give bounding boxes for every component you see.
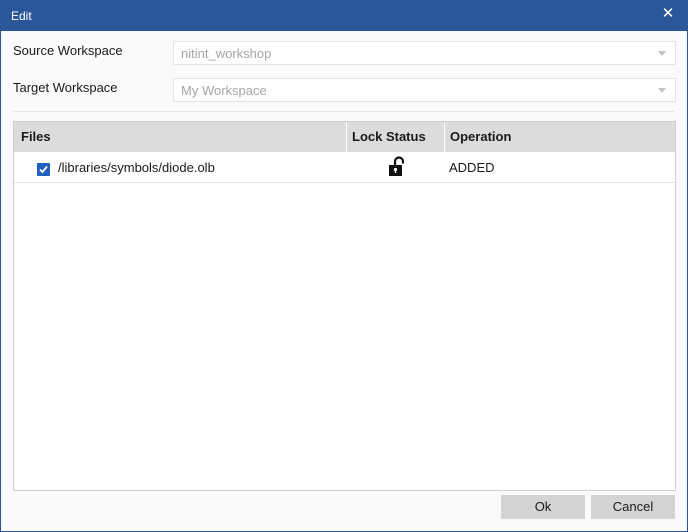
- close-icon[interactable]: ✕: [659, 5, 677, 23]
- column-header-lock-status[interactable]: Lock Status: [352, 122, 426, 152]
- unlocked-padlock-icon: [387, 156, 407, 178]
- title-bar: Edit ✕: [1, 1, 687, 31]
- edit-dialog: Edit ✕ Source Workspace nitint_workshop …: [0, 0, 688, 532]
- dialog-title: Edit: [11, 9, 32, 23]
- target-workspace-dropdown[interactable]: My Workspace: [173, 78, 676, 102]
- checkmark-icon: [39, 165, 48, 174]
- chevron-down-icon: [658, 51, 666, 56]
- row-checkbox[interactable]: [37, 163, 50, 176]
- operation-value: ADDED: [449, 160, 495, 175]
- chevron-down-icon: [658, 88, 666, 93]
- target-workspace-value: My Workspace: [181, 83, 267, 98]
- source-workspace-label: Source Workspace: [13, 43, 123, 58]
- ok-button[interactable]: Ok: [501, 495, 585, 519]
- column-header-files[interactable]: Files: [21, 122, 51, 152]
- cancel-button[interactable]: Cancel: [591, 495, 675, 519]
- target-workspace-label: Target Workspace: [13, 80, 118, 95]
- files-grid: Files Lock Status Operation /libraries/s…: [13, 121, 676, 491]
- source-workspace-value: nitint_workshop: [181, 46, 272, 61]
- divider: [13, 111, 674, 112]
- column-header-operation[interactable]: Operation: [450, 122, 511, 152]
- grid-header: Files Lock Status Operation: [14, 122, 675, 152]
- file-path: /libraries/symbols/diode.olb: [58, 160, 215, 175]
- table-row[interactable]: /libraries/symbols/diode.olb ADDED: [14, 152, 675, 183]
- column-divider: [444, 122, 445, 152]
- column-divider: [346, 122, 347, 152]
- source-workspace-dropdown[interactable]: nitint_workshop: [173, 41, 676, 65]
